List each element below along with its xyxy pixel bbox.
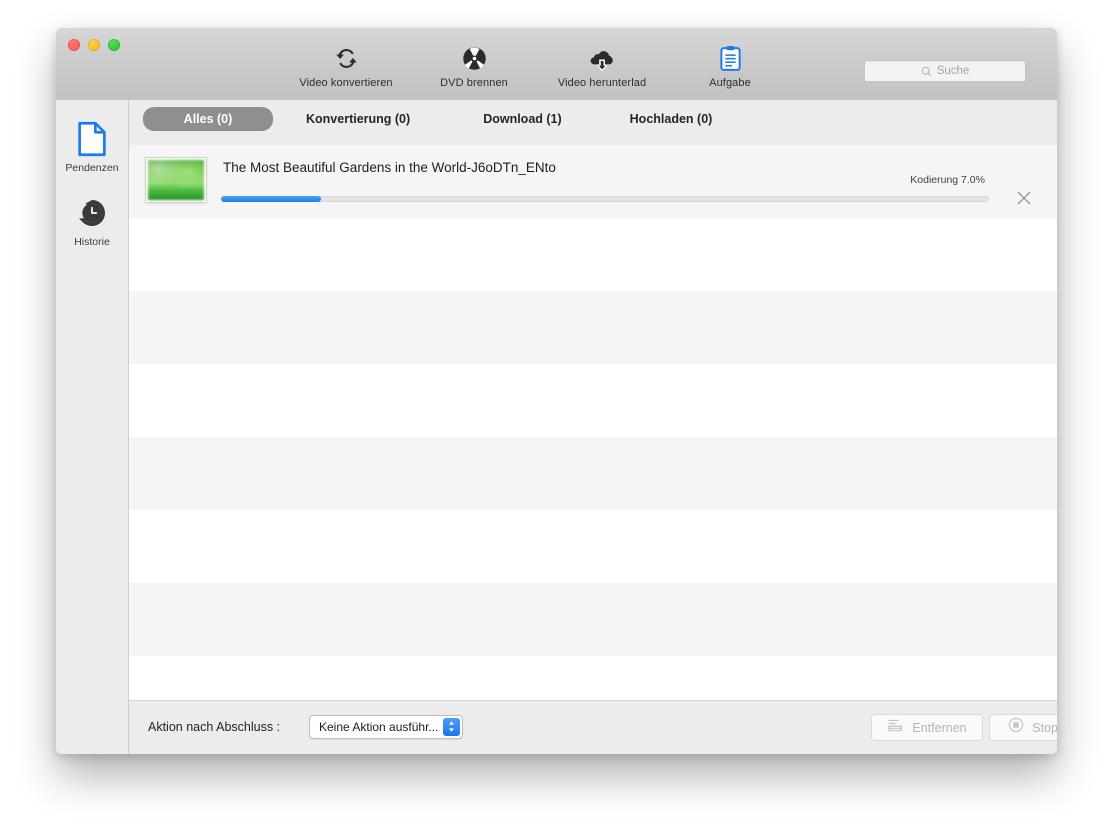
search-placeholder: Suche [936,65,970,77]
sidebar-item-label: Pendenzen [65,162,119,174]
sidebar-item-pendenzen[interactable]: Pendenzen [56,120,128,174]
green-garden-thumbnail [145,157,207,203]
table-row-empty [129,291,1057,364]
task-list[interactable]: The Most Beautiful Gardens in the World-… [129,145,1057,700]
table-row-empty [129,364,1057,437]
stop-circle-icon [1008,717,1024,738]
history-clock-icon [76,194,108,232]
refresh-circular-arrows-icon [333,44,360,72]
task-title: The Most Beautiful Gardens in the World-… [223,160,556,175]
stop-button[interactable]: Stoppen [989,714,1057,741]
minimize-window-button[interactable] [88,39,100,51]
toolbar-label: Aufgabe [709,77,751,89]
search-icon [921,66,932,76]
clipboard-list-icon [718,44,743,72]
footer-bar: Aktion nach Abschluss : Keine Aktion aus… [129,700,1057,754]
toolbar-items: Video konvertieren DVD brennen Video her… [298,44,778,89]
toolbar: Video konvertieren DVD brennen Video her… [56,28,1057,101]
toolbar-button-convert-video[interactable]: Video konvertieren [298,44,394,89]
task-status: Kodierung 7.0% [910,174,985,186]
sidebar-item-historie[interactable]: Historie [56,194,128,248]
tab-list: Alles (0) Konvertierung (0) Download (1)… [143,107,722,131]
app-window: Video konvertieren DVD brennen Video her… [56,28,1057,754]
table-row-empty [129,583,1057,656]
select-value: Keine Aktion ausführ... [319,720,439,734]
tab-bar: Alles (0) Konvertierung (0) Download (1)… [129,100,1057,146]
table-row-empty [129,218,1057,291]
toolbar-label: DVD brennen [440,77,508,89]
remove-button[interactable]: Entfernen [871,714,983,741]
tab-konvertierung[interactable]: Konvertierung (0) [296,107,420,131]
progress-bar [221,196,989,202]
window-body: Pendenzen Historie Alles (0) Konvertieru… [56,100,1057,754]
sidebar: Pendenzen Historie [56,100,129,754]
toolbar-button-tasks[interactable]: Aufgabe [682,44,778,89]
search-input[interactable]: Suche [864,60,1026,82]
cloud-download-icon [588,44,616,72]
toolbar-button-download-video[interactable]: Video herunterlad [554,44,650,89]
sidebar-item-label: Historie [74,236,110,248]
content-area: Alles (0) Konvertierung (0) Download (1)… [129,100,1057,754]
table-row-empty [129,510,1057,583]
zoom-window-button[interactable] [108,39,120,51]
action-after-completion-select[interactable]: Keine Aktion ausführ... [309,715,463,739]
table-row-empty [129,656,1057,700]
toolbar-button-burn-dvd[interactable]: DVD brennen [426,44,522,89]
button-label: Stoppen [1032,720,1057,735]
chevron-up-down-icon[interactable] [443,717,460,736]
window-controls [68,39,120,51]
tab-hochladen[interactable]: Hochladen (0) [620,107,723,131]
toolbar-label: Video konvertieren [299,77,393,89]
close-window-button[interactable] [68,39,80,51]
tab-download[interactable]: Download (1) [473,107,571,131]
table-row[interactable]: The Most Beautiful Gardens in the World-… [129,145,1057,218]
button-label: Entfernen [912,720,967,735]
disc-burn-icon [461,44,488,72]
tab-alles[interactable]: Alles (0) [143,107,273,131]
close-x-icon[interactable] [1015,189,1033,207]
remove-list-icon [887,718,904,738]
table-row-empty [129,437,1057,510]
document-page-icon [77,120,107,158]
action-after-completion-label: Aktion nach Abschluss : [148,720,281,734]
toolbar-label: Video herunterlad [557,77,647,89]
